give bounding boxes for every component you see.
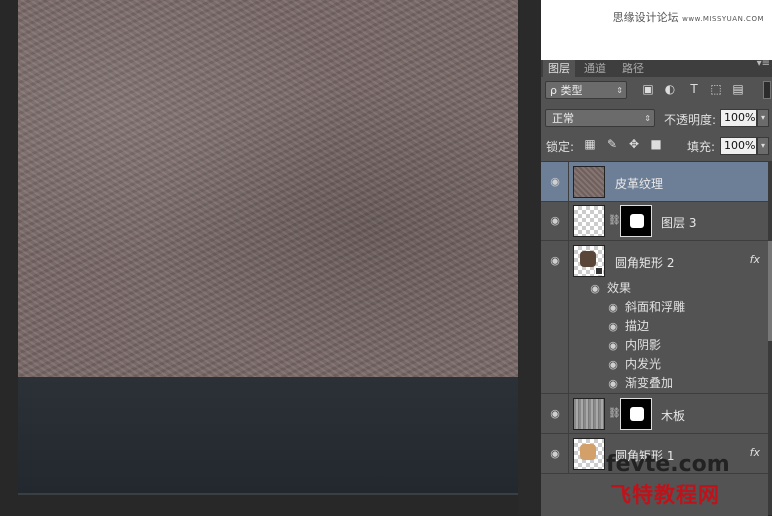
site-banner: 思缘设计论坛 www.MISSYUAN.COM <box>541 0 772 60</box>
eye-icon[interactable]: ◉ <box>605 339 621 352</box>
layer-name[interactable]: 圆角矩形 2 <box>615 254 674 271</box>
mask-shape <box>630 214 644 228</box>
layers-scrollbar-thumb[interactable] <box>768 241 772 341</box>
eye-icon[interactable]: ◉ <box>605 320 621 333</box>
layer-name[interactable]: 木板 <box>661 407 685 424</box>
eye-icon[interactable]: ◉ <box>547 408 563 420</box>
eye-icon[interactable]: ◉ <box>587 282 603 295</box>
visibility-column: ◉ <box>541 241 569 393</box>
blend-mode-dropdown[interactable]: 正常 ⇕ <box>545 109 655 127</box>
tab-paths[interactable]: 路径 <box>617 60 649 77</box>
chevron-updown-icon: ⇕ <box>644 114 651 123</box>
effects-group[interactable]: ◉ 效果 <box>587 279 631 298</box>
banner-text: 思缘设计论坛 www.MISSYUAN.COM <box>613 9 764 25</box>
shape-preview <box>580 444 596 460</box>
layer-row-layer3[interactable]: ◉ ⛓ 图层 3 <box>541 202 768 241</box>
shape-filter-icon[interactable]: ⬚ <box>709 82 723 96</box>
lock-all-icon[interactable]: ■ <box>649 137 663 151</box>
leather-texture-canvas[interactable] <box>18 0 518 377</box>
effect-item-gradient-overlay[interactable]: ◉ 渐变叠加 <box>605 374 673 393</box>
effect-label: 内发光 <box>625 357 662 371</box>
visibility-column: ◉ <box>541 162 569 201</box>
eye-icon[interactable]: ◉ <box>605 358 621 371</box>
eye-icon[interactable]: ◉ <box>605 301 621 314</box>
fill-label: 填充: <box>687 140 716 154</box>
layer-thumbnail <box>573 398 605 430</box>
effect-item-bevel[interactable]: ◉ 斜面和浮雕 <box>605 298 685 317</box>
panel-menu-icon[interactable]: ▾≡ <box>757 58 770 69</box>
effect-label: 描边 <box>625 319 650 333</box>
layer-row-wood[interactable]: ◉ ⛓ 木板 <box>541 394 768 434</box>
board-bottom-edge <box>18 493 518 495</box>
layer-thumbnail <box>573 205 605 237</box>
filter-kind-label: 类型 <box>560 84 583 97</box>
tab-layers[interactable]: 图层 <box>543 60 575 77</box>
blend-mode-value: 正常 <box>552 112 574 125</box>
fill-input[interactable]: 100% <box>720 137 757 155</box>
visibility-column: ◉ <box>541 202 569 240</box>
layer-row-rounded-rect-2[interactable]: ◉ 圆角矩形 2 fx ◉ 效果 ◉ 斜面和浮雕 ◉ 描边 ◉ 内阴影 ◉ 内发… <box>541 241 768 394</box>
effects-label: 效果 <box>607 281 632 295</box>
watermark-site-name: 飞特教程网 <box>610 483 720 507</box>
dark-board-shape <box>18 377 518 495</box>
layer-name[interactable]: 图层 3 <box>661 214 696 231</box>
shape-preview <box>580 251 596 267</box>
link-icon[interactable]: ⛓ <box>608 407 621 421</box>
layer-mask-thumbnail[interactable] <box>620 205 652 237</box>
effect-label: 斜面和浮雕 <box>625 300 686 314</box>
lock-brush-icon[interactable]: ✎ <box>605 137 619 151</box>
banner-site-url: www.MISSYUAN.COM <box>682 15 764 23</box>
canvas-scroll-area[interactable] <box>518 0 541 515</box>
document-canvas-area[interactable] <box>0 0 541 515</box>
visibility-column: ◉ <box>541 394 569 433</box>
panel-tab-bar: 图层 通道 路径 ▾≡ <box>541 58 772 77</box>
type-filter-icon[interactable]: T <box>687 82 701 96</box>
opacity-dropdown-arrow[interactable]: ▾ <box>757 109 769 127</box>
effect-item-stroke[interactable]: ◉ 描边 <box>605 317 649 336</box>
lock-move-icon[interactable]: ✥ <box>627 137 641 151</box>
adjustment-filter-icon[interactable]: ◐ <box>663 82 677 96</box>
lock-label: 锁定: <box>546 140 575 154</box>
filter-kind-prefix: ρ <box>550 84 557 97</box>
watermark-domain: fevte.com <box>606 452 730 477</box>
layer-name[interactable]: 皮革纹理 <box>615 175 663 192</box>
chevron-updown-icon: ⇕ <box>616 86 623 95</box>
banner-site-name: 思缘设计论坛 <box>612 11 679 24</box>
layer-filter-kind-dropdown[interactable]: ρ 类型 ⇕ <box>545 81 627 99</box>
photoshop-window: 思缘设计论坛 www.MISSYUAN.COM 图层 通道 路径 ▾≡ ρ 类型… <box>0 0 772 516</box>
effect-label: 渐变叠加 <box>625 376 674 390</box>
layer-thumbnail <box>573 245 605 277</box>
eye-icon[interactable]: ◉ <box>547 176 563 188</box>
filter-toggle-switch[interactable] <box>763 81 771 99</box>
layers-panel: 图层 通道 路径 ▾≡ ρ 类型 ⇕ ▣ ◐ T ⬚ ▤ 正常 ⇕ 不透明度: … <box>541 58 772 516</box>
eye-icon[interactable]: ◉ <box>547 255 563 267</box>
smart-object-filter-icon[interactable]: ▤ <box>731 82 745 96</box>
layer-thumbnail <box>573 166 605 198</box>
effect-item-inner-glow[interactable]: ◉ 内发光 <box>605 355 661 374</box>
watermark-logo: fevte.com 飞特教程网 <box>600 452 772 515</box>
lock-transparent-icon[interactable]: ▦ <box>583 137 597 151</box>
link-icon[interactable]: ⛓ <box>608 214 621 228</box>
tab-channels[interactable]: 通道 <box>579 60 611 77</box>
fx-icon[interactable]: fx <box>750 253 760 266</box>
mask-shape <box>630 407 644 421</box>
eye-icon[interactable]: ◉ <box>547 448 563 460</box>
effect-label: 内阴影 <box>625 338 662 352</box>
fill-dropdown-arrow[interactable]: ▾ <box>757 137 769 155</box>
eye-icon[interactable]: ◉ <box>605 377 621 390</box>
visibility-column: ◉ <box>541 434 569 473</box>
eye-icon[interactable]: ◉ <box>547 215 563 227</box>
effect-item-inner-shadow[interactable]: ◉ 内阴影 <box>605 336 661 355</box>
opacity-input[interactable]: 100% <box>720 109 757 127</box>
image-filter-icon[interactable]: ▣ <box>641 82 655 96</box>
layer-row-leather[interactable]: ◉ 皮革纹理 <box>541 162 768 202</box>
opacity-label: 不透明度: <box>664 113 717 127</box>
vector-badge-icon <box>595 267 603 275</box>
layer-mask-thumbnail[interactable] <box>620 398 652 430</box>
